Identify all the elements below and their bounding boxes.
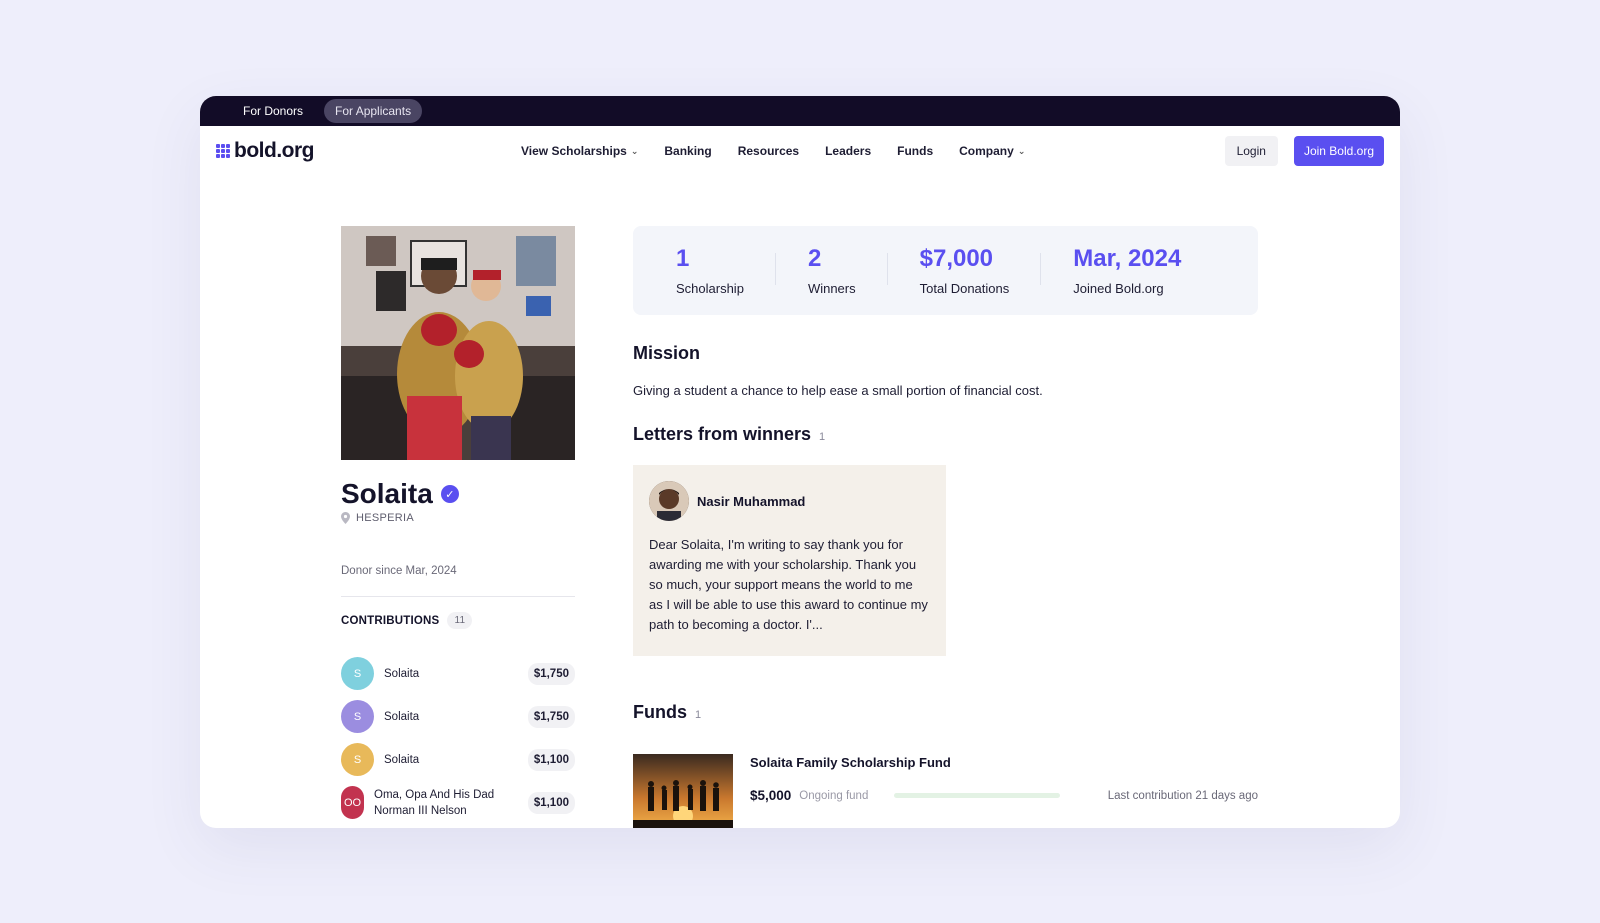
for-applicants-link[interactable]: For Applicants <box>324 99 423 123</box>
funds-title: Funds 1 <box>633 702 702 722</box>
contribution-amount: $1,750 <box>527 705 575 728</box>
fund-progress-bar <box>894 793 1061 798</box>
nav-funds[interactable]: Funds <box>897 144 933 158</box>
join-button[interactable]: Join Bold.org <box>1293 136 1384 166</box>
mission-title: Mission <box>633 343 701 363</box>
avatar: S <box>341 657 374 690</box>
avatar <box>649 481 689 521</box>
nav-company[interactable]: Company ⌄ <box>959 144 1025 158</box>
avatar: S <box>341 700 374 733</box>
nav-leaders[interactable]: Leaders <box>825 144 871 158</box>
avatar: OO <box>341 786 364 819</box>
contribution-row[interactable]: OO Oma, Opa And His Dad Norman III Nelso… <box>341 781 575 824</box>
nav-resources[interactable]: Resources <box>738 144 799 158</box>
contributions-header: CONTRIBUTIONS 11 <box>341 612 473 629</box>
logo-text: bold.org <box>234 139 314 162</box>
letter-card[interactable]: Nasir Muhammad Dear Solaita, I'm writing… <box>633 465 946 656</box>
funds-count: 1 <box>695 709 702 721</box>
contributions-count: 11 <box>447 612 473 629</box>
profile-name: Solaita ✓ <box>341 478 459 510</box>
divider <box>341 596 575 597</box>
logo-grid-icon <box>216 144 230 158</box>
letters-count: 1 <box>819 431 826 443</box>
stat-joined: Mar, 2024 Joined Bold.org <box>1073 245 1182 296</box>
profile-photo <box>341 226 575 460</box>
profile-location: HESPERIA <box>341 512 414 524</box>
fund-amount: $5,000 <box>750 788 792 803</box>
contributor-name: Solaita <box>384 667 420 680</box>
stats-panel: 1 Scholarship 2 Winners $7,000 Total Don… <box>633 226 1258 315</box>
contributor-name: Solaita <box>384 753 420 766</box>
stat-winners: 2 Winners <box>808 245 888 296</box>
contribution-amount: $1,100 <box>527 748 575 771</box>
contribution-row[interactable]: S Solaita $1,750 <box>341 652 575 695</box>
stat-total-donations: $7,000 Total Donations <box>920 245 1042 296</box>
nav-actions: Login Join Bold.org <box>1224 136 1384 166</box>
contribution-row[interactable]: S Solaita $1,750 <box>341 695 575 738</box>
letters-title: Letters from winners 1 <box>633 424 826 444</box>
nav-view-scholarships[interactable]: View Scholarships ⌄ <box>521 144 638 158</box>
contribution-row[interactable]: S Solaita $1,100 <box>341 738 575 781</box>
contribution-row[interactable] <box>341 824 575 828</box>
contributor-name: Solaita <box>384 710 420 723</box>
nav-banking[interactable]: Banking <box>664 144 711 158</box>
chevron-down-icon: ⌄ <box>1017 145 1026 156</box>
letter-author: Nasir Muhammad <box>697 493 806 509</box>
fund-image[interactable] <box>633 754 733 828</box>
browser-window: For Donors For Applicants bold.org View … <box>200 96 1400 828</box>
mission-text: Giving a student a chance to help ease a… <box>633 383 1043 398</box>
logo[interactable]: bold.org <box>216 139 314 163</box>
location-pin-icon <box>341 512 350 524</box>
letter-text: Dear Solaita, I'm writing to say thank y… <box>649 537 928 632</box>
verified-check-icon: ✓ <box>440 485 459 503</box>
chevron-down-icon: ⌄ <box>630 145 639 156</box>
contribution-amount: $1,100 <box>527 791 575 814</box>
login-button[interactable]: Login <box>1224 136 1278 166</box>
contributions-list: S Solaita $1,750 S Solaita $1,750 S Sola… <box>341 652 575 828</box>
nav-links: View Scholarships ⌄ Banking Resources Lea… <box>521 126 1025 176</box>
contribution-amount: $1,750 <box>527 662 575 685</box>
stat-scholarships: 1 Scholarship <box>676 245 776 296</box>
donor-since: Donor since Mar, 2024 <box>341 565 457 577</box>
main-navbar: bold.org View Scholarships ⌄ Banking Reso… <box>200 126 1400 176</box>
contributor-name: Oma, Opa And His Dad Norman III Nelson <box>374 788 495 817</box>
avatar: S <box>341 743 374 776</box>
for-donors-link[interactable]: For Donors <box>232 99 314 123</box>
fund-status: Ongoing fund <box>799 789 869 802</box>
audience-switcher: For Donors For Applicants <box>200 96 1400 126</box>
fund-title[interactable]: Solaita Family Scholarship Fund <box>750 755 951 770</box>
fund-last-contribution: Last contribution 21 days ago <box>1107 789 1258 802</box>
fund-details: $5,000 Ongoing fund Last contribution 21… <box>750 788 1258 803</box>
